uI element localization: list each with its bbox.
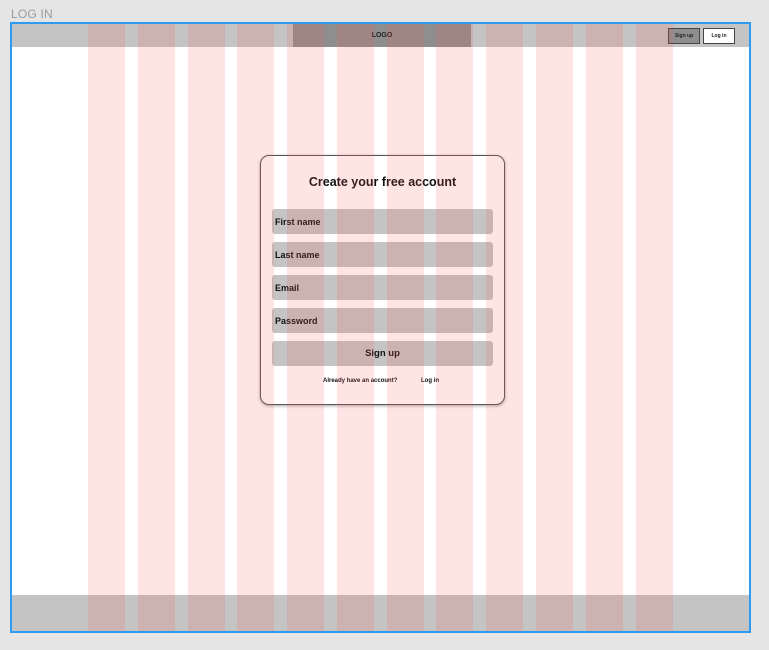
header-signup-button[interactable]: Sign up (668, 28, 700, 44)
logo[interactable]: LOGO (293, 24, 471, 47)
login-link[interactable]: Log in (421, 378, 439, 384)
footer-bar (12, 595, 749, 631)
login-prompt-text: Already have an account? (323, 378, 398, 384)
last-name-field[interactable]: Last name (272, 242, 493, 267)
signup-card: Create your free account First name Last… (260, 155, 505, 405)
grid-column (536, 24, 573, 631)
signup-button[interactable]: Sign up (272, 341, 493, 366)
grid-column (188, 24, 225, 631)
grid-column (88, 24, 125, 631)
card-title: Create your free account (308, 175, 457, 189)
header-bar: LOGO Sign up Log in (12, 24, 749, 47)
artboard-frame: LOGO Sign up Log in Create your free acc… (10, 22, 751, 633)
password-field[interactable]: Password (272, 308, 493, 333)
email-field[interactable]: Email (272, 275, 493, 300)
header-login-button[interactable]: Log in (703, 28, 735, 44)
page-label: LOG IN (11, 7, 53, 21)
first-name-field[interactable]: First name (272, 209, 493, 234)
grid-column (636, 24, 673, 631)
grid-column (586, 24, 623, 631)
grid-column (138, 24, 175, 631)
